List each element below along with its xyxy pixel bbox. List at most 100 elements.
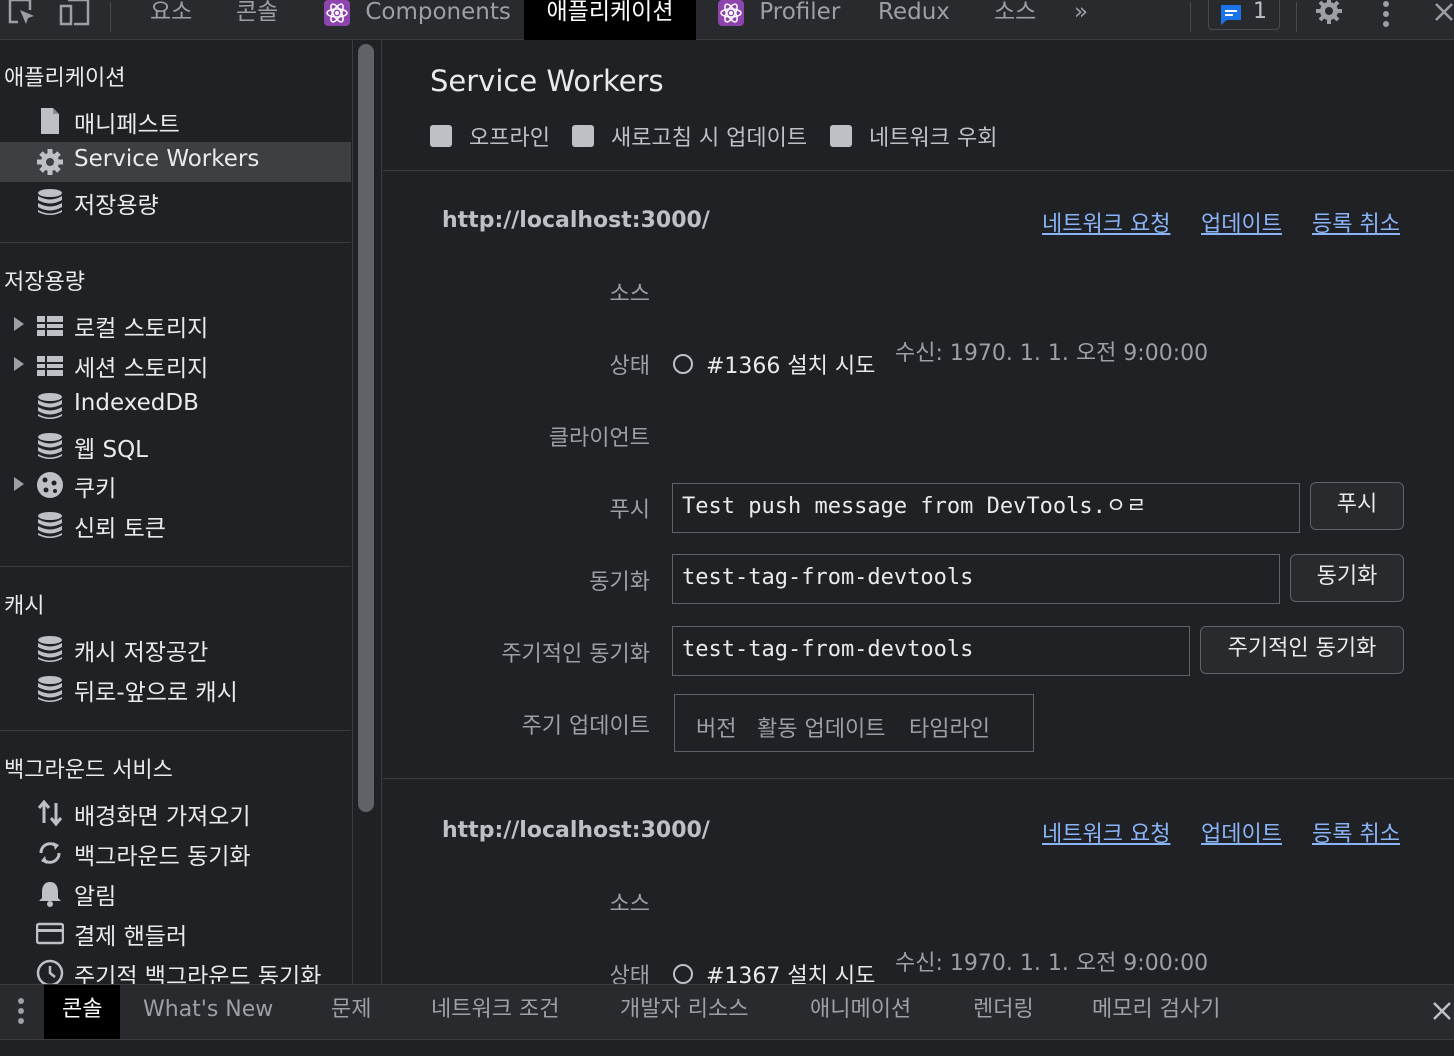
sidebar-item-label: Service Workers xyxy=(74,146,260,172)
close-drawer-icon[interactable] xyxy=(1432,1001,1452,1029)
network-requests-link[interactable]: 네트워크 요청 xyxy=(1042,206,1170,238)
sidebar-item-notifications[interactable]: 알림 xyxy=(0,873,351,913)
devtools-tab-bar: 요소 콘솔 Components 애플리케이션 Profiler Redux 소… xyxy=(0,0,1454,40)
status-text: #1366 설치 시도 xyxy=(706,354,876,379)
bell-icon xyxy=(39,882,61,907)
tab-profiler-label: Profiler xyxy=(759,0,841,25)
database-icon xyxy=(38,676,62,702)
sidebar-item-label: 쿠키 xyxy=(74,476,117,502)
section-divider xyxy=(383,778,1454,779)
database-icon xyxy=(38,636,62,662)
sidebar-item-trust-tokens[interactable]: 신뢰 토큰 xyxy=(0,505,351,545)
periodic-sync-button[interactable]: 주기적인 동기화 xyxy=(1200,626,1404,674)
message-icon xyxy=(1221,5,1241,25)
sidebar-divider xyxy=(0,730,351,731)
sidebar-section-storage: 저장용량 xyxy=(4,270,85,295)
sidebar-item-service-workers[interactable]: Service Workers xyxy=(0,142,351,182)
update-link[interactable]: 업데이트 xyxy=(1201,206,1282,238)
sidebar-item-label: 로컬 스토리지 xyxy=(74,316,209,342)
sync-label: 동기화 xyxy=(589,570,650,595)
sync-button[interactable]: 동기화 xyxy=(1290,554,1404,602)
toolbar-divider xyxy=(1296,2,1297,32)
sync-tag-input[interactable]: test-tag-from-devtools xyxy=(672,554,1280,604)
tab-components-label: Components xyxy=(365,0,511,25)
drawer-tab-issues[interactable]: 문제 xyxy=(331,985,371,1039)
bypass-network-label: 네트워크 우회 xyxy=(869,126,998,151)
sidebar-item-session-storage[interactable]: 세션 스토리지 xyxy=(0,345,351,385)
sidebar-item-local-storage[interactable]: 로컬 스토리지 xyxy=(0,305,351,345)
sidebar-item-background-fetch[interactable]: 배경화면 가져오기 xyxy=(0,793,351,833)
drawer-tab-developer-resources[interactable]: 개발자 리소스 xyxy=(620,985,748,1039)
drawer-menu-icon[interactable] xyxy=(16,997,26,1033)
update-cycle-header-activity: 활동 업데이트 xyxy=(757,717,886,742)
periodic-sync-tag-input[interactable]: test-tag-from-devtools xyxy=(672,626,1190,676)
inspect-element-icon[interactable] xyxy=(6,0,38,34)
worker-url: http://localhost:3000/ xyxy=(442,818,710,843)
sidebar-item-periodic-background-sync[interactable]: 주기적 백그라운드 동기화 xyxy=(0,953,351,984)
update-on-reload-label: 새로고침 시 업데이트 xyxy=(611,126,808,151)
sidebar-item-background-sync[interactable]: 백그라운드 동기화 xyxy=(0,833,351,873)
expand-arrow-icon[interactable] xyxy=(14,357,24,371)
received-time: 수신: 1970. 1. 1. 오전 9:00:00 xyxy=(895,951,1209,976)
sidebar-divider xyxy=(0,566,351,567)
sidebar-item-indexeddb[interactable]: IndexedDB xyxy=(0,386,351,426)
fetch-arrows-icon xyxy=(37,799,63,827)
push-message-input[interactable]: Test push message from DevTools.ㅇㄹ xyxy=(672,483,1300,533)
tab-redux[interactable]: Redux xyxy=(878,0,950,40)
kebab-menu-icon[interactable] xyxy=(1380,0,1392,36)
drawer-tab-animations[interactable]: 애니메이션 xyxy=(810,985,911,1039)
sidebar-item-storage[interactable]: 저장용량 xyxy=(0,182,351,222)
drawer-tab-memory-inspector[interactable]: 메모리 검사기 xyxy=(1092,985,1220,1039)
push-button[interactable]: 푸시 xyxy=(1310,482,1404,530)
clock-icon xyxy=(36,959,64,984)
sidebar-scrollbar-thumb[interactable] xyxy=(358,44,374,812)
issues-badge[interactable]: 1 xyxy=(1208,0,1280,30)
received-time: 수신: 1970. 1. 1. 오전 9:00:00 xyxy=(895,341,1209,366)
expand-arrow-icon[interactable] xyxy=(14,477,24,491)
offline-checkbox[interactable] xyxy=(430,125,452,147)
offline-option[interactable]: 오프라인 xyxy=(430,120,550,152)
settings-gear-icon[interactable] xyxy=(1312,0,1346,34)
sidebar-item-bfcache[interactable]: 뒤로-앞으로 캐시 xyxy=(0,669,351,709)
sidebar-item-cookies[interactable]: 쿠키 xyxy=(0,465,351,505)
bypass-network-option[interactable]: 네트워크 우회 xyxy=(830,120,997,152)
tab-console[interactable]: 콘솔 xyxy=(236,0,278,40)
sidebar-divider xyxy=(0,242,351,243)
expand-arrow-icon[interactable] xyxy=(14,317,24,331)
database-icon xyxy=(38,189,62,215)
bypass-network-checkbox[interactable] xyxy=(830,125,852,147)
sidebar-item-label: 알림 xyxy=(74,884,117,910)
tab-sources[interactable]: 소스 xyxy=(994,0,1036,40)
drawer-tab-network-conditions[interactable]: 네트워크 조건 xyxy=(431,985,559,1039)
sidebar-item-label: 결제 핸들러 xyxy=(74,924,188,950)
update-on-reload-checkbox[interactable] xyxy=(572,125,594,147)
tab-profiler[interactable]: Profiler xyxy=(718,0,840,40)
toolbar-divider xyxy=(1190,2,1191,32)
sidebar-item-web-sql[interactable]: 웹 SQL xyxy=(0,426,351,466)
tab-components[interactable]: Components xyxy=(324,0,511,40)
toolbar-divider xyxy=(110,2,111,32)
network-requests-link[interactable]: 네트워크 요청 xyxy=(1042,816,1170,848)
device-toolbar-icon[interactable] xyxy=(58,0,92,34)
tab-elements[interactable]: 요소 xyxy=(150,0,192,40)
drawer-tab-console[interactable]: 콘솔 xyxy=(44,985,121,1039)
drawer-tab-rendering[interactable]: 렌더링 xyxy=(973,985,1034,1039)
file-icon xyxy=(41,108,59,134)
tab-application[interactable]: 애플리케이션 xyxy=(524,0,696,40)
more-tabs-button[interactable]: » xyxy=(1074,0,1088,40)
close-devtools-icon[interactable] xyxy=(1434,2,1454,30)
update-cycle-header-version: 버전 xyxy=(696,717,737,742)
drawer-tab-whats-new[interactable]: What's New xyxy=(143,985,273,1039)
sidebar-item-label: IndexedDB xyxy=(74,390,199,416)
update-link[interactable]: 업데이트 xyxy=(1201,816,1282,848)
update-cycle-label: 주기 업데이트 xyxy=(521,714,650,739)
sidebar-item-cache-storage[interactable]: 캐시 저장공간 xyxy=(0,629,351,669)
sidebar-item-manifest[interactable]: 매니페스트 xyxy=(0,101,351,141)
sidebar-item-label: 배경화면 가져오기 xyxy=(74,804,251,830)
unregister-link[interactable]: 등록 취소 xyxy=(1312,206,1400,238)
sidebar-section-background-services: 백그라운드 서비스 xyxy=(4,758,173,783)
status-text: #1367 설치 시도 xyxy=(706,964,876,984)
sidebar-item-payment-handler[interactable]: 결제 핸들러 xyxy=(0,913,351,953)
unregister-link[interactable]: 등록 취소 xyxy=(1312,816,1400,848)
update-on-reload-option[interactable]: 새로고침 시 업데이트 xyxy=(572,120,807,152)
